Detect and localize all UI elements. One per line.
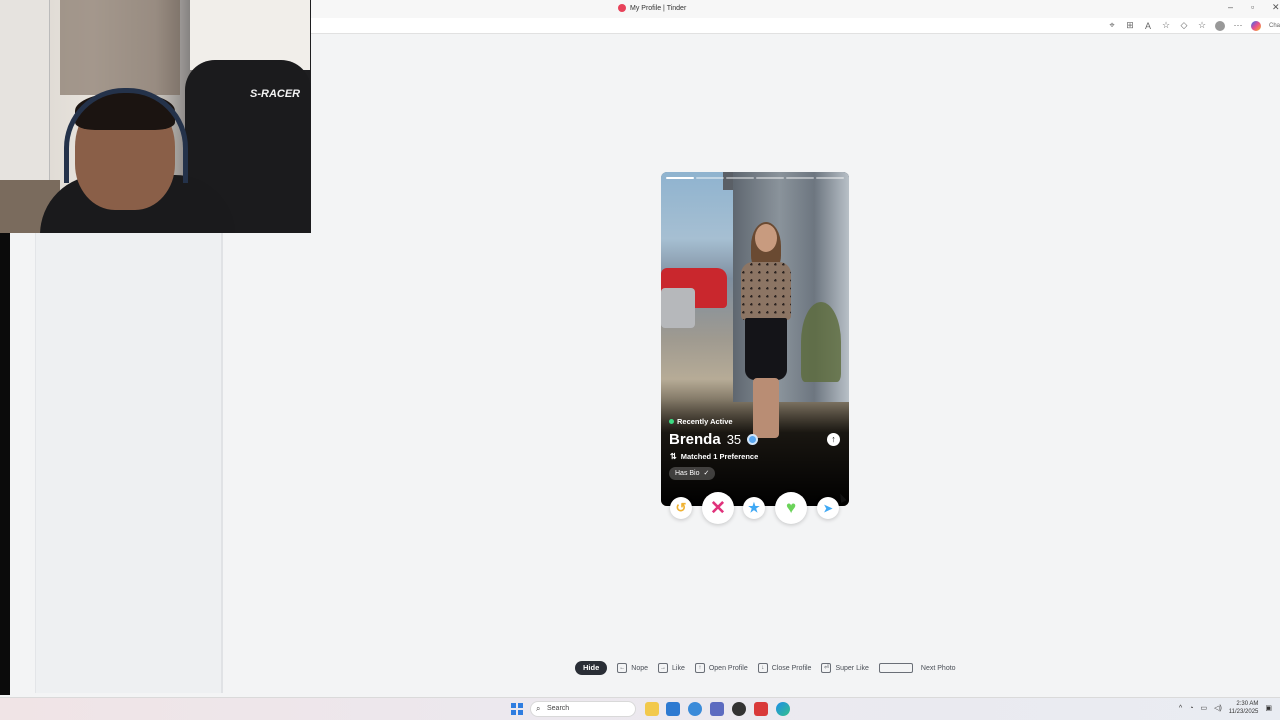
windows-taskbar: ⌕ Search ^ ◔ ▭ ◁) 2:30 AM 11/23/2025 ▣: [0, 697, 1280, 720]
shortcut-nope: ← Nope: [617, 663, 648, 673]
edge-browser-icon[interactable]: [776, 702, 790, 716]
network-icon[interactable]: ◔: [1189, 705, 1193, 712]
hide-shortcuts-button[interactable]: Hide: [575, 661, 608, 675]
verified-badge-icon: [747, 434, 759, 445]
profile-name: Brenda: [669, 431, 721, 448]
preference-icon: ⇅: [670, 452, 677, 461]
shortcut-label: Like: [672, 664, 685, 672]
rewind-button[interactable]: ↺: [670, 497, 692, 519]
extensions-icon[interactable]: ◇: [1179, 20, 1189, 31]
search-icon: ⌕: [536, 704, 541, 713]
maximize-icon[interactable]: ▫: [1251, 2, 1254, 12]
copilot-label: Cha: [1268, 22, 1280, 29]
left-arrow-key-icon: ←: [617, 663, 628, 673]
windows-start-icon[interactable]: [511, 703, 523, 715]
profile-age: 35: [726, 432, 742, 447]
person-legs: [753, 378, 779, 438]
like-button[interactable]: ♥: [775, 492, 807, 524]
name-row: Brenda 35: [669, 431, 759, 448]
search-placeholder: Search: [547, 705, 570, 712]
webcam-overlay: S-RACER: [0, 0, 311, 233]
check-icon: ✓: [703, 470, 710, 477]
notifications-icon[interactable]: ▣: [1265, 704, 1272, 712]
online-dot-icon: [669, 419, 674, 424]
mail-icon[interactable]: [688, 702, 702, 716]
action-buttons: ↺ ✕ ★ ♥ ➤: [661, 492, 849, 524]
up-arrow-key-icon: ↑: [694, 663, 705, 673]
system-clock[interactable]: 2:30 AM 11/23/2025: [1229, 700, 1259, 716]
nope-button[interactable]: ✕: [702, 492, 734, 524]
enter-key-icon: ⏎: [821, 663, 832, 673]
bio-badge-label: Has Bio: [675, 470, 700, 477]
photo-progress-segment[interactable]: [756, 177, 784, 179]
matched-preference: ⇅ Matched 1 Preference: [670, 452, 758, 461]
read-aloud-icon[interactable]: A: [1143, 21, 1153, 31]
shortcut-label: Close Profile: [771, 664, 812, 672]
person-skirt: [745, 318, 787, 380]
volume-icon[interactable]: ◁): [1214, 704, 1222, 712]
shortcut-label: Super Like: [835, 664, 869, 672]
photo-plant: [801, 302, 841, 382]
shortcut-super-like: ⏎ Super Like: [821, 663, 869, 673]
vpn-icon[interactable]: [710, 702, 724, 716]
photo-grey-car: [661, 288, 695, 328]
minimize-icon[interactable]: –: [1228, 2, 1233, 12]
super-like-button[interactable]: ★: [743, 497, 765, 519]
clock-date: 11/23/2025: [1228, 709, 1259, 715]
media-app-icon[interactable]: [754, 702, 768, 716]
photo-progress-segment[interactable]: [816, 177, 844, 179]
copilot-icon[interactable]: [1250, 20, 1261, 31]
preference-text: Matched 1 Preference: [680, 452, 759, 461]
has-bio-badge[interactable]: Has Bio ✓: [669, 467, 716, 480]
recently-active-status: Recently Active: [669, 417, 733, 426]
system-tray: ^ ◔ ▭ ◁) 2:30 AM 11/23/2025 ▣: [1179, 700, 1272, 716]
shortcut-label: Nope: [631, 664, 648, 672]
more-menu-icon[interactable]: ⋯: [1233, 20, 1243, 31]
sidebar-panel: [35, 233, 223, 693]
chair-brand: S-RACER: [250, 88, 301, 100]
obs-icon[interactable]: [732, 702, 746, 716]
open-profile-button[interactable]: ↑: [827, 433, 840, 446]
shortcut-label: Open Profile: [708, 664, 748, 672]
monitor-icon[interactable]: ▭: [1200, 704, 1207, 712]
store-icon[interactable]: [666, 702, 680, 716]
photo-progress-bar: [666, 177, 844, 179]
shortcut-next-photo: Next Photo: [878, 663, 956, 673]
profile-card[interactable]: Recently Active Brenda 35 ↑ ⇅ Matched 1 …: [661, 172, 849, 506]
photo-progress-segment[interactable]: [696, 177, 724, 179]
person-head: [755, 224, 777, 252]
close-window-icon[interactable]: ✕: [1272, 2, 1280, 13]
down-arrow-key-icon: ↓: [757, 663, 768, 673]
right-arrow-key-icon: →: [658, 663, 668, 673]
status-text: Recently Active: [677, 417, 733, 426]
keyboard-shortcuts-bar: Hide ← Nope → Like ↑ Open Profile ↓ Clos…: [575, 661, 966, 675]
shortcut-open-profile: ↑ Open Profile: [694, 663, 748, 673]
location-icon[interactable]: ⌖: [1107, 20, 1117, 31]
apps-icon[interactable]: ⊞: [1125, 20, 1135, 31]
favorite-icon[interactable]: ☆: [1161, 20, 1171, 31]
photo-progress-segment[interactable]: [666, 177, 694, 179]
toolbar-icons: ⌖ ⊞ A ☆ ◇ ☆ ⋯ Cha: [1107, 20, 1280, 31]
shortcut-close-profile: ↓ Close Profile: [757, 663, 812, 673]
clock-time: 2:30 AM: [1236, 701, 1259, 707]
tinder-flame-icon: [618, 4, 626, 12]
profile-avatar[interactable]: [1214, 20, 1225, 31]
file-explorer-icon[interactable]: [645, 702, 659, 716]
taskbar-search-box[interactable]: ⌕ Search: [530, 701, 636, 717]
boost-button[interactable]: ➤: [817, 497, 839, 519]
tab-title-text: My Profile | Tinder: [630, 4, 687, 12]
tray-chevron-icon[interactable]: ^: [1179, 705, 1182, 712]
tab-title[interactable]: My Profile | Tinder: [618, 4, 686, 12]
photo-progress-segment[interactable]: [726, 177, 754, 179]
webcam-shelf: [60, 0, 180, 95]
photo-progress-segment[interactable]: [786, 177, 814, 179]
shortcut-like: → Like: [658, 663, 685, 673]
space-key-icon: [878, 663, 913, 673]
person-top: [741, 262, 791, 320]
shortcut-label: Next Photo: [920, 664, 956, 672]
webcam-door: [0, 0, 50, 180]
favorites-icon[interactable]: ☆: [1197, 20, 1207, 31]
left-black-strip: [0, 233, 10, 695]
